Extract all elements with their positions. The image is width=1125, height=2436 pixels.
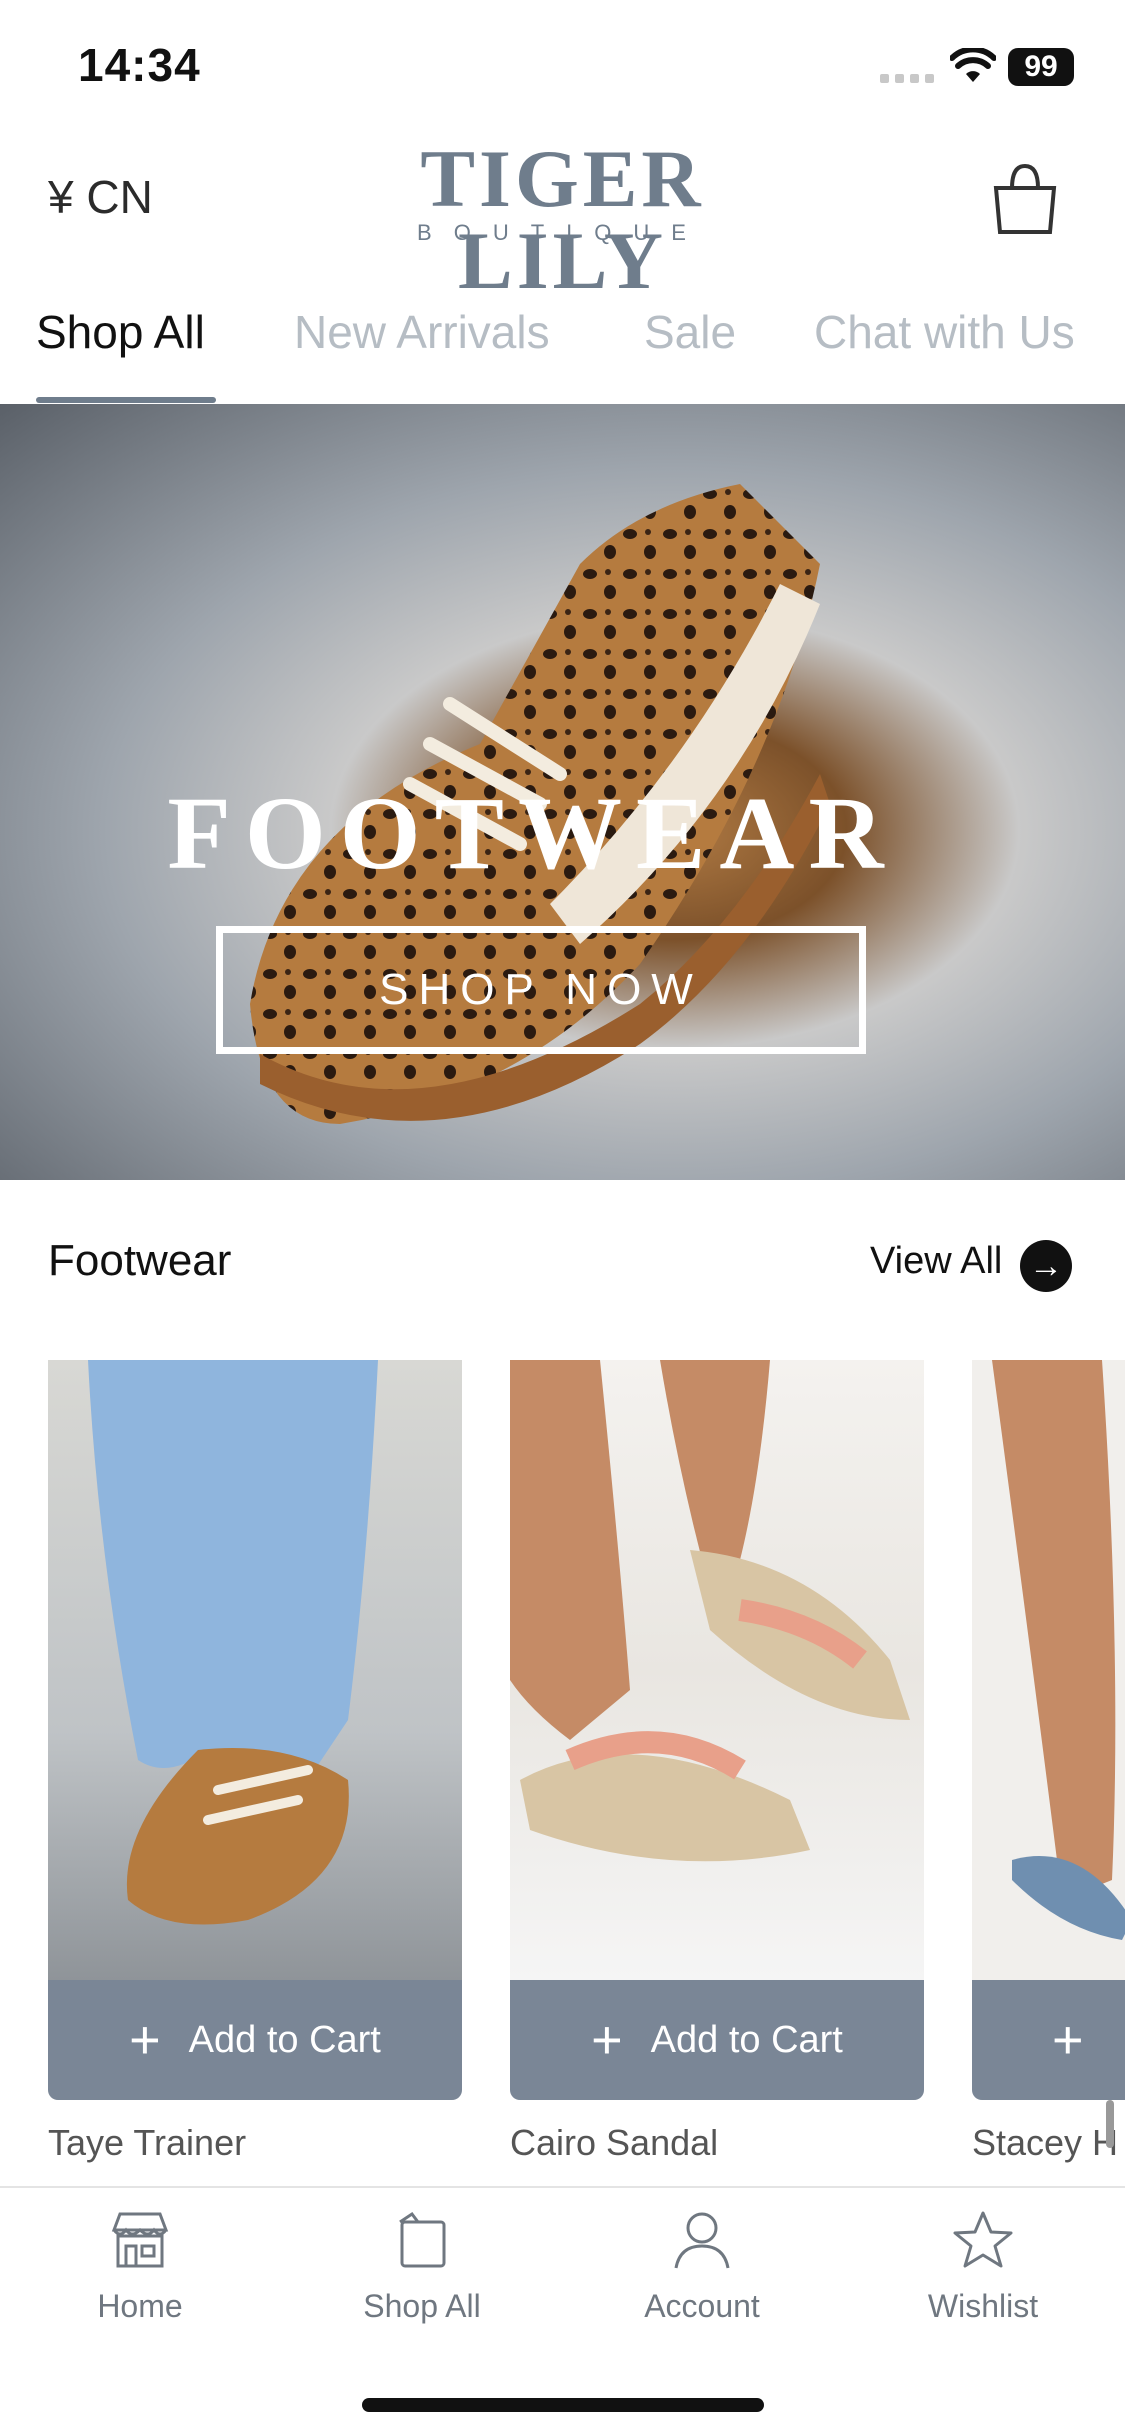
add-to-cart-button[interactable]: + Add to Cart	[48, 1980, 462, 2100]
tabbar-account[interactable]: Account	[612, 2210, 792, 2325]
tab-shop-all[interactable]: Shop All	[36, 305, 205, 359]
brand-logo-subtitle: BOUTIQUE	[417, 220, 708, 245]
hero-title: FOOTWEAR	[167, 776, 898, 891]
add-to-cart-label: Add to Cart	[650, 2018, 843, 2061]
hero-banner[interactable]: FOOTWEAR SHOP NOW	[0, 404, 1125, 1180]
currency-selector[interactable]: ¥ CN	[48, 170, 153, 224]
product-image[interactable]	[48, 1360, 462, 1980]
view-all-link[interactable]: View All	[870, 1240, 1002, 1283]
product-name[interactable]: Taye Trainer	[48, 2122, 462, 2164]
battery-indicator: 99	[1008, 48, 1074, 86]
shop-now-button[interactable]: SHOP NOW	[216, 926, 866, 1054]
product-card[interactable]: + Stacey H	[972, 1360, 1125, 2164]
plus-icon: +	[129, 2010, 161, 2070]
product-name[interactable]: Stacey H	[972, 2122, 1125, 2164]
category-tabs: Shop All New Arrivals Sale Chat with Us	[0, 295, 1125, 405]
arrow-right-icon[interactable]: →	[1020, 1240, 1072, 1292]
tabbar-label: Wishlist	[927, 2288, 1039, 2324]
plus-icon: +	[1052, 2010, 1084, 2070]
add-to-cart-button[interactable]: + Add to Cart	[510, 1980, 924, 2100]
tabbar-shop-all[interactable]: Shop All	[332, 2210, 512, 2325]
store-icon	[111, 2212, 169, 2268]
tab-sale[interactable]: Sale	[644, 305, 736, 359]
tabbar-label: Home	[97, 2288, 183, 2324]
product-card[interactable]: + Add to Cart Taye Trainer	[48, 1360, 462, 2164]
tabbar-label: Shop All	[363, 2288, 481, 2324]
tabbar-label: Account	[644, 2288, 760, 2324]
product-name[interactable]: Cairo Sandal	[510, 2122, 924, 2164]
wifi-icon	[950, 48, 996, 82]
tabbar-divider	[0, 2186, 1125, 2188]
star-icon	[953, 2211, 1013, 2268]
shopping-bag-icon[interactable]	[990, 160, 1060, 236]
add-to-cart-label: Add to Cart	[188, 2018, 381, 2061]
product-card[interactable]: + Add to Cart Cairo Sandal	[510, 1360, 924, 2164]
product-image[interactable]	[972, 1360, 1125, 1980]
tabbar-wishlist[interactable]: Wishlist	[893, 2210, 1073, 2325]
tabbar-home[interactable]: Home	[50, 2210, 230, 2325]
tab-new-arrivals[interactable]: New Arrivals	[294, 305, 550, 359]
home-indicator	[362, 2398, 764, 2412]
add-to-cart-button[interactable]: +	[972, 1980, 1125, 2100]
signal-icon	[880, 74, 934, 84]
person-icon	[674, 2212, 730, 2269]
plus-icon: +	[591, 2010, 623, 2070]
tag-icon	[399, 2211, 446, 2268]
section-title: Footwear	[48, 1236, 232, 1285]
active-tab-indicator	[36, 397, 216, 403]
product-image[interactable]	[510, 1360, 924, 1980]
scrollbar[interactable]	[1106, 2100, 1114, 2148]
status-time: 14:34	[78, 39, 201, 91]
tab-chat-with-us[interactable]: Chat with Us	[814, 305, 1075, 359]
